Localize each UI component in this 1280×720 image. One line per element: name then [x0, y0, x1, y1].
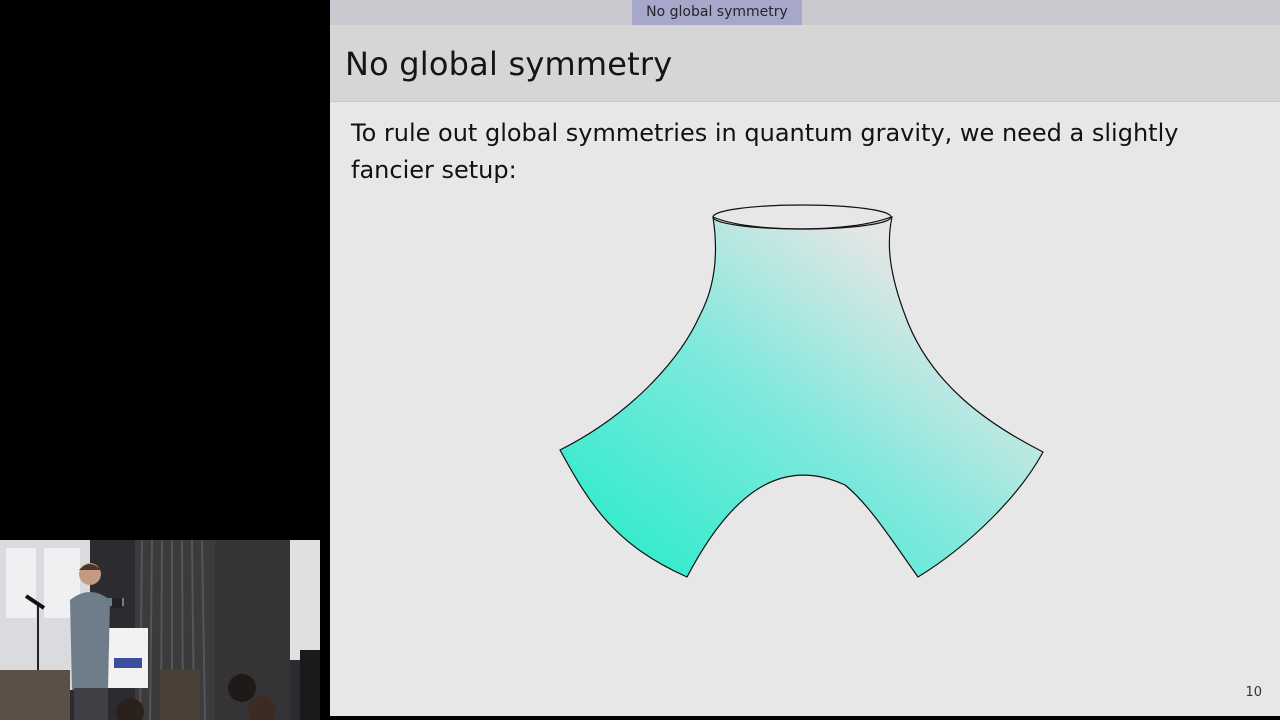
- speaker-video-feed: [0, 540, 320, 720]
- slide-page-number: 10: [1245, 685, 1262, 700]
- nav-section-label[interactable]: No global symmetry: [632, 0, 802, 25]
- slide-title-bar: No global symmetry: [330, 25, 1280, 102]
- presentation-slide: No global symmetry No global symmetry To…: [330, 0, 1280, 716]
- surface-body: [559, 216, 1044, 578]
- slide-body-text: To rule out global symmetries in quantum…: [351, 119, 1179, 184]
- slide-navigation-bar: No global symmetry: [330, 0, 1280, 25]
- video-frame: No global symmetry No global symmetry To…: [0, 0, 1280, 720]
- top-boundary-circle: [712, 204, 892, 230]
- slide-title: No global symmetry: [345, 45, 673, 83]
- pair-of-pants-diagram: [559, 204, 1044, 578]
